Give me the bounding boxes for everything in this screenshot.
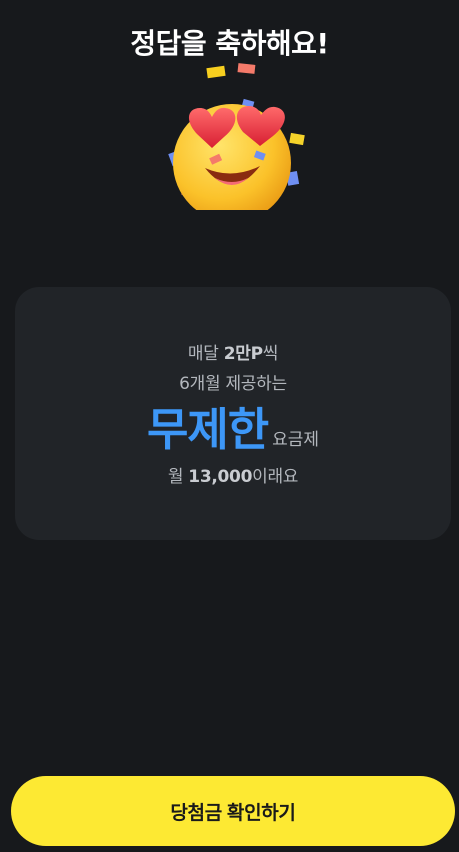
price-prefix: 월 <box>167 467 189 487</box>
plan-name-suffix: 요금제 <box>272 430 320 450</box>
screen: 정답을 축하해요! 매달 2만P씩 6개월 제공하는 무제한 요금제 월 13,… <box>0 0 459 852</box>
price-suffix: 이래요 <box>252 467 299 487</box>
monthly-prefix: 매달 <box>187 344 224 364</box>
duration-text: 6개월 제공하는 <box>179 374 287 394</box>
monthly-points-text: 매달 2만P씩 <box>15 339 451 364</box>
monthly-points-value: 2만P <box>223 344 263 364</box>
plan-headline: 무제한 요금제 <box>15 393 451 458</box>
heart-eyes-face-icon <box>160 60 310 222</box>
page-title: 정답을 축하해요! <box>130 27 329 60</box>
price-text: 월 13,000이래요 <box>15 462 451 487</box>
prize-card: 매달 2만P씩 6개월 제공하는 무제한 요금제 월 13,000이래요 <box>15 287 451 540</box>
monthly-suffix: 씩 <box>262 344 279 364</box>
plan-name: 무제한 <box>146 403 269 456</box>
check-prize-button[interactable]: 당첨금 확인하기 <box>11 776 455 846</box>
price-value: 13,000 <box>188 467 253 487</box>
